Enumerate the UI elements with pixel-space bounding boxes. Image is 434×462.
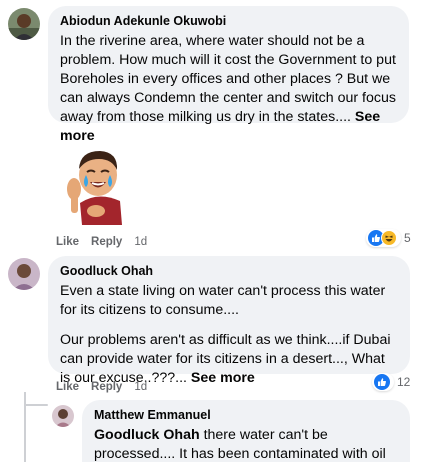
comment-paragraph: Even a state living on water can't proce… — [60, 283, 386, 318]
mention-link[interactable]: Goodluck Ohah — [94, 427, 200, 443]
reaction-count: 5 — [404, 231, 411, 245]
comment-bubble: Goodluck Ohah Even a state living on wat… — [48, 256, 410, 386]
comment-timestamp[interactable]: 1d — [134, 381, 147, 393]
reaction-summary[interactable]: 12 — [372, 373, 410, 391]
reply-button[interactable]: Reply — [91, 381, 122, 393]
avatar[interactable] — [8, 8, 40, 40]
see-more-link[interactable]: See more — [191, 370, 255, 386]
like-button[interactable]: Like — [56, 236, 79, 248]
comment-author[interactable]: Goodluck Ohah — [60, 263, 398, 279]
comment-author[interactable]: Matthew Emmanuel — [94, 407, 398, 423]
reaction-summary[interactable]: 5 — [366, 229, 411, 247]
comment-text: In the riverine area, where water should… — [60, 32, 397, 146]
reply-thread-line — [24, 392, 26, 462]
like-button[interactable]: Like — [56, 381, 79, 393]
comment-actions: Like Reply 1d — [56, 381, 147, 393]
comment-text: Goodluck Ohah there water can't be proce… — [94, 426, 398, 462]
like-icon — [374, 374, 390, 390]
reply-thread-curve — [24, 404, 48, 406]
comment-paragraph: Our problems aren't as difficult as we t… — [60, 331, 398, 388]
profile-photo — [52, 405, 74, 427]
haha-icon — [381, 230, 397, 246]
reply-bubble: Matthew Emmanuel Goodluck Ohah there wat… — [82, 400, 410, 462]
profile-photo — [8, 8, 40, 40]
comment-author[interactable]: Abiodun Adekunle Okuwobi — [60, 13, 397, 29]
comment-actions: Like Reply 1d — [56, 236, 147, 248]
comment-body: In the riverine area, where water should… — [60, 33, 396, 125]
avatar[interactable] — [52, 405, 74, 427]
crying-laughing-man-sticker — [62, 145, 134, 225]
reply-button[interactable]: Reply — [91, 236, 122, 248]
comment-text: Even a state living on water can't proce… — [60, 282, 398, 388]
comment-bubble: Abiodun Adekunle Okuwobi In the riverine… — [48, 6, 409, 144]
reaction-count: 12 — [397, 375, 411, 389]
avatar[interactable] — [8, 258, 40, 290]
profile-photo — [8, 258, 40, 290]
comment-timestamp[interactable]: 1d — [134, 236, 147, 248]
reaction-badge — [366, 229, 401, 247]
reaction-badge — [372, 373, 394, 391]
